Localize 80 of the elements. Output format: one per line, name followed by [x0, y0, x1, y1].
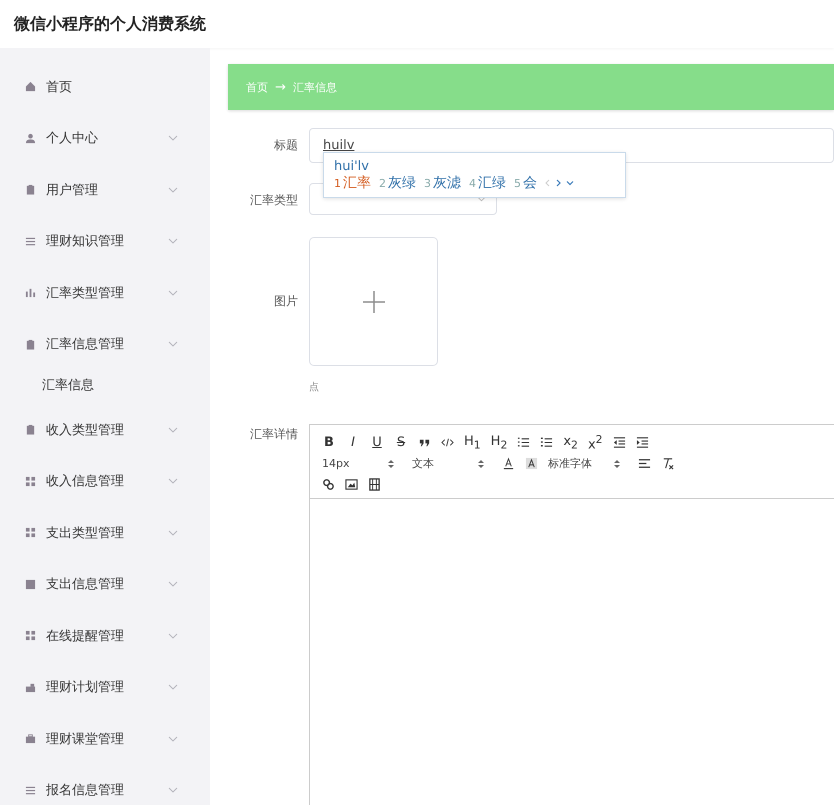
plus-icon [362, 290, 384, 312]
list-icon [25, 784, 36, 796]
outdent-icon[interactable] [612, 436, 626, 449]
format-button[interactable]: I [346, 435, 360, 450]
case-icon [25, 733, 36, 744]
field-label: 汇率详情 [249, 426, 299, 443]
menu-item[interactable]: 报名信息管理 [0, 764, 210, 805]
rich-text-editor[interactable]: B I U S H$_{1}$ H$_{2}$ x$_{2}$ x$^{2}$ 14px 文本 标准字体 [309, 424, 834, 805]
font-family-select[interactable]: 标准字体 [548, 456, 620, 471]
font-size-select[interactable]: 14px [322, 457, 394, 470]
menu-label: 收入信息管理 [46, 473, 125, 490]
menu-item[interactable]: 理财计划管理 [0, 662, 210, 713]
menu-label: 在线提醒管理 [46, 628, 125, 645]
menu-item[interactable]: 个人中心 [0, 112, 210, 164]
format-button[interactable]: H$_{2}$ [490, 434, 508, 452]
link-icon[interactable] [322, 478, 335, 491]
ime-candidate[interactable]: 3 灰滤 [424, 174, 461, 192]
upload-hint: 点 [309, 380, 320, 394]
menu-label: 理财计划管理 [46, 679, 125, 696]
format-button[interactable]: x$_{2}$ [563, 434, 578, 452]
breadcrumb-arrow: → [275, 80, 286, 94]
film-icon[interactable] [368, 478, 381, 491]
caret-icon [477, 196, 486, 202]
menu-item[interactable]: 用户管理 [0, 164, 210, 216]
clipboard-icon [25, 184, 36, 196]
highlight-icon[interactable] [525, 457, 538, 470]
updown-arrows-icon [388, 458, 394, 468]
menu-label: 理财课堂管理 [46, 730, 125, 748]
menu-item[interactable]: 收入类型管理 [0, 404, 210, 456]
format-button[interactable]: S [394, 435, 408, 450]
menu-label: 用户管理 [46, 182, 99, 199]
menu-item[interactable]: 理财课堂管理 [0, 713, 210, 764]
ime-candidate[interactable]: 1 汇率 [334, 174, 371, 192]
menu-item[interactable]: 理财知识管理 [0, 216, 210, 267]
document-icon [25, 424, 36, 436]
format-button[interactable]: x$^{2}$ [588, 432, 603, 452]
ime-candidate[interactable]: 2 灰绿 [379, 174, 416, 192]
image-icon[interactable] [345, 478, 358, 491]
menu-label: 汇率类型管理 [46, 284, 125, 302]
menu-item[interactable]: 汇率类型管理 [0, 267, 210, 318]
clear-format-icon[interactable] [661, 457, 674, 470]
bullet-list-icon[interactable] [540, 436, 554, 449]
menu-label: 支出类型管理 [46, 524, 125, 542]
updown-arrows-icon [478, 458, 484, 468]
align-icon[interactable] [638, 457, 651, 470]
grid-icon [25, 527, 36, 538]
indent-icon[interactable] [636, 436, 649, 449]
field-label: 汇率类型 [249, 192, 299, 209]
format-button[interactable]: U [370, 435, 384, 450]
field-label: 图片 [273, 293, 299, 310]
ime-candidate[interactable]: 5 会 [514, 174, 537, 192]
code-icon[interactable] [441, 436, 454, 449]
menu-label: 支出信息管理 [46, 576, 125, 594]
ime-candidate[interactable]: 4 汇绿 [469, 174, 506, 192]
menu-item[interactable]: 支出类型管理 [0, 507, 210, 558]
menu-label: 报名信息管理 [46, 782, 125, 800]
updown-arrows-icon [614, 458, 620, 468]
ordered-list-icon[interactable] [517, 436, 530, 449]
menu-item[interactable]: 收入信息管理 [0, 456, 210, 507]
menu-item[interactable]: 在线提醒管理 [0, 610, 210, 662]
bar-chart-icon [25, 287, 36, 298]
menu-label: 汇率信息管理 [46, 336, 125, 354]
app-title: 微信小程序的个人消费系统 [14, 14, 206, 34]
text-color-icon[interactable] [502, 457, 515, 470]
person-icon [25, 132, 36, 144]
format-button[interactable]: H$_{1}$ [464, 434, 481, 452]
menu-label: 首页 [46, 78, 73, 96]
clipboard-icon [25, 338, 36, 350]
menu-label: 个人中心 [46, 130, 99, 148]
format-button[interactable]: B [322, 435, 336, 450]
menu-label: 理财知识管理 [46, 233, 125, 250]
menu-item[interactable]: 首页 [0, 61, 210, 112]
list-icon [25, 236, 36, 247]
grid-icon [25, 476, 36, 487]
grid-icon [25, 630, 36, 642]
field-label: 标题 [273, 137, 299, 154]
home-icon [25, 81, 36, 92]
heading-select[interactable]: 文本 [412, 456, 484, 471]
menu-item[interactable]: 支出信息管理 [0, 558, 210, 610]
menu-label: 收入类型管理 [46, 422, 125, 439]
